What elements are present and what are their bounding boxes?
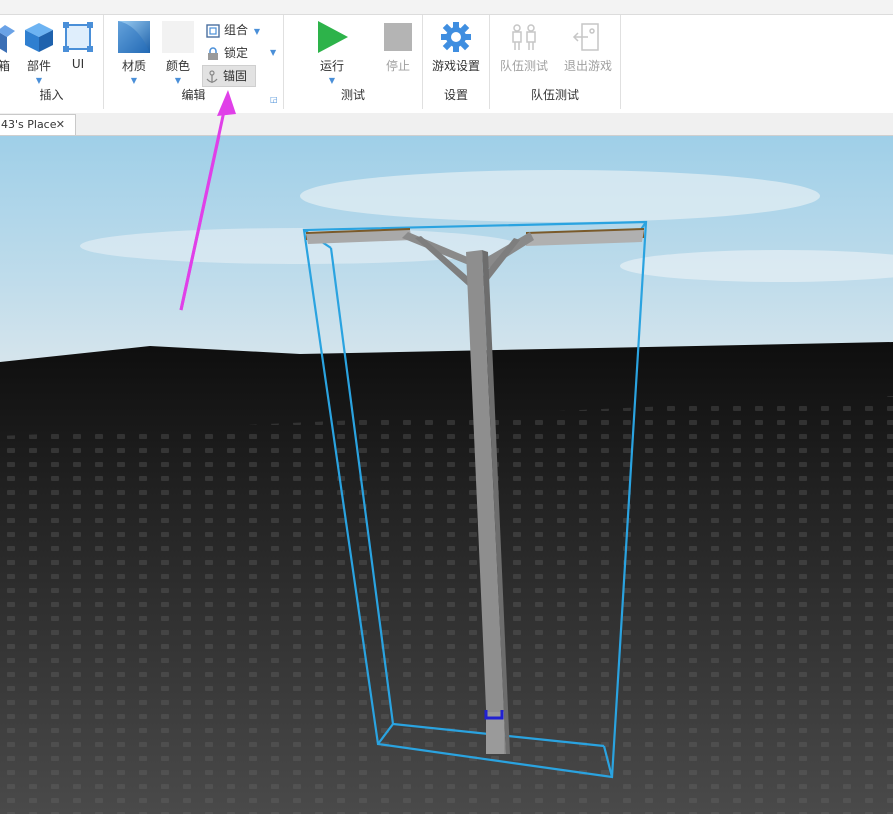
annotation-arrow-overlay (179, 90, 236, 311)
